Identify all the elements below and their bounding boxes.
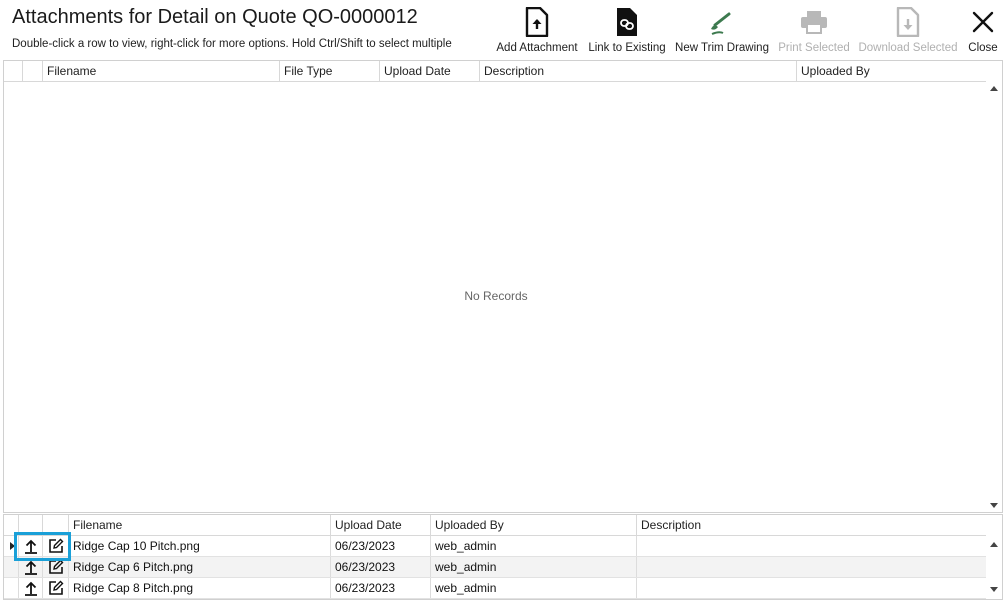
close-icon [972,4,994,40]
cell-filename: Ridge Cap 10 Pitch.png [68,536,330,556]
print-selected-label: Print Selected [778,42,850,54]
new-trim-drawing-button[interactable]: New Trim Drawing [672,4,772,58]
download-selected-button[interactable]: Download Selected [856,4,960,58]
scroll-up-arrow-icon[interactable] [990,542,998,547]
dialog-header: Attachments for Detail on Quote QO-00000… [0,0,1006,60]
column-header-uploaded-by[interactable]: Uploaded By [796,61,988,82]
column-header-description[interactable]: Description [636,515,988,536]
cell-description [636,578,988,598]
focus-highlight [14,532,71,561]
empty-state-text: No Records [464,289,528,303]
edit-icon [48,559,63,574]
header-indicator-cell [4,61,22,82]
edit-button[interactable] [42,578,68,598]
attachments-grid-scrollbar[interactable] [986,61,1002,512]
cell-uploaded-by: web_admin [430,557,636,577]
cell-upload-date: 06/23/2023 [330,536,430,556]
scroll-down-arrow-icon[interactable] [990,503,998,508]
add-attachment-button[interactable]: Add Attachment [492,4,582,58]
link-to-existing-button[interactable]: Link to Existing [585,4,669,58]
upload-button[interactable] [18,578,42,598]
download-selected-label: Download Selected [858,42,958,54]
cell-description [636,536,988,556]
edit-icon [48,580,63,595]
column-header-file-type[interactable]: File Type [279,61,379,82]
header-select-cell [22,61,42,82]
add-attachment-label: Add Attachment [496,42,578,54]
cell-upload-date: 06/23/2023 [330,578,430,598]
close-button[interactable]: Close [964,4,1002,58]
upload-icon [24,560,37,575]
column-header-filename[interactable]: Filename [42,61,279,82]
column-header-filename[interactable]: Filename [68,515,330,536]
print-selected-button[interactable]: Print Selected [776,4,852,58]
cell-uploaded-by: web_admin [430,536,636,556]
scroll-up-arrow-icon[interactable] [990,86,998,91]
file-link-icon [615,4,639,40]
files-grid-scrollbar[interactable] [986,515,1002,599]
link-to-existing-label: Link to Existing [588,42,666,54]
cell-filename: Ridge Cap 6 Pitch.png [68,557,330,577]
files-grid[interactable]: Filename Upload Date Uploaded By Descrip… [3,514,1003,600]
table-row[interactable]: Ridge Cap 10 Pitch.png 06/23/2023 web_ad… [4,536,988,557]
trim-drawing-icon [709,4,735,40]
column-header-upload-date[interactable]: Upload Date [330,515,430,536]
column-header-description[interactable]: Description [479,61,796,82]
file-download-icon [896,4,920,40]
dialog-title: Attachments for Detail on Quote QO-00000… [12,6,418,28]
printer-icon [800,4,828,40]
cell-uploaded-by: web_admin [430,578,636,598]
close-label: Close [968,42,998,54]
cell-filename: Ridge Cap 8 Pitch.png [68,578,330,598]
new-trim-drawing-label: New Trim Drawing [675,42,769,54]
files-grid-header: Filename Upload Date Uploaded By Descrip… [4,515,988,536]
column-header-upload-date[interactable]: Upload Date [379,61,479,82]
cell-description [636,557,988,577]
upload-icon [24,581,37,596]
dialog-subtitle: Double-click a row to view, right-click … [12,38,452,50]
file-upload-icon [525,4,549,40]
attachments-grid[interactable]: Filename File Type Upload Date Descripti… [3,60,1003,513]
scroll-down-arrow-icon[interactable] [990,587,998,592]
table-row[interactable]: Ridge Cap 6 Pitch.png 06/23/2023 web_adm… [4,557,988,578]
table-row[interactable]: Ridge Cap 8 Pitch.png 06/23/2023 web_adm… [4,578,988,599]
attachments-grid-header: Filename File Type Upload Date Descripti… [4,61,988,82]
column-header-uploaded-by[interactable]: Uploaded By [430,515,636,536]
cell-upload-date: 06/23/2023 [330,557,430,577]
